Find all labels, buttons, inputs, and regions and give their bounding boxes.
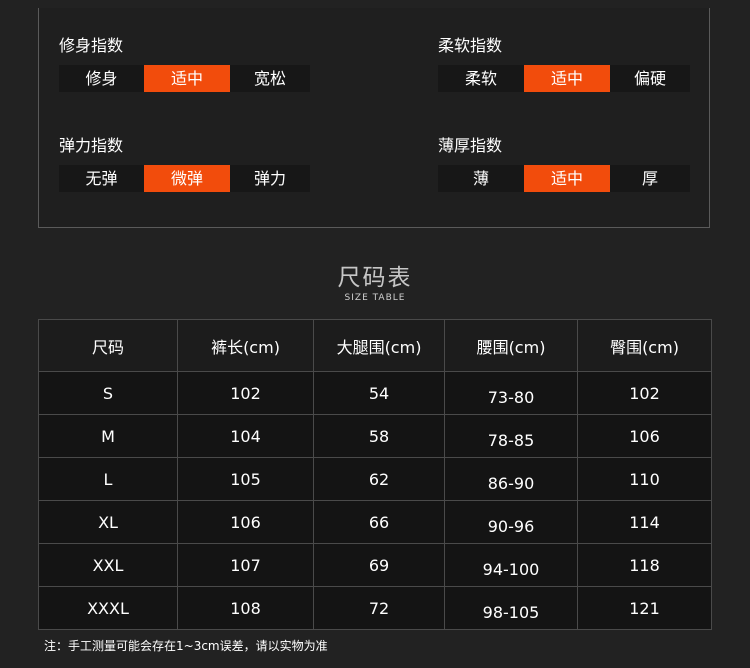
- cell-thigh: 72: [313, 586, 445, 630]
- index-option-selected: 适中: [524, 165, 610, 192]
- header-size: 尺码: [38, 319, 178, 372]
- cell-hip: 114: [577, 500, 712, 544]
- cell-length: 106: [177, 500, 314, 544]
- cell-length: 107: [177, 543, 314, 587]
- cell-thigh: 62: [313, 457, 445, 501]
- cell-hip: 110: [577, 457, 712, 501]
- table-row: L 105 62 86-90 110: [38, 457, 712, 501]
- index-option: 无弹: [59, 165, 144, 192]
- cell-waist: 73-80: [444, 371, 578, 415]
- cell-size: XL: [38, 500, 178, 544]
- cell-length: 108: [177, 586, 314, 630]
- index-options: 修身 适中 宽松: [59, 65, 310, 92]
- cell-hip: 118: [577, 543, 712, 587]
- cell-waist: 98-105: [444, 586, 578, 630]
- cell-hip: 121: [577, 586, 712, 630]
- cell-size: L: [38, 457, 178, 501]
- index-option-selected: 微弹: [144, 165, 230, 192]
- index-options: 薄 适中 厚: [438, 165, 690, 192]
- index-option: 弹力: [230, 165, 310, 192]
- cell-size: XXL: [38, 543, 178, 587]
- index-option-selected: 适中: [144, 65, 230, 92]
- cell-waist: 90-96: [444, 500, 578, 544]
- cell-hip: 106: [577, 414, 712, 458]
- cell-length: 102: [177, 371, 314, 415]
- cell-waist: 78-85: [444, 414, 578, 458]
- cell-length: 105: [177, 457, 314, 501]
- cell-waist-value: 86-90: [487, 473, 535, 493]
- cell-hip: 102: [577, 371, 712, 415]
- index-option-selected: 适中: [524, 65, 610, 92]
- cell-size: S: [38, 371, 178, 415]
- index-title: 弹力指数: [59, 136, 124, 155]
- table-header-row: 尺码 裤长(cm) 大腿围(cm) 腰围(cm) 臀围(cm): [38, 319, 712, 372]
- index-option: 宽松: [230, 65, 310, 92]
- header-hip: 臀围(cm): [577, 319, 712, 372]
- cell-thigh: 69: [313, 543, 445, 587]
- cell-waist: 86-90: [444, 457, 578, 501]
- index-title: 柔软指数: [438, 36, 503, 55]
- size-table: 尺码 裤长(cm) 大腿围(cm) 腰围(cm) 臀围(cm) S 102 54…: [38, 319, 712, 630]
- cell-size: XXXL: [38, 586, 178, 630]
- index-title: 修身指数: [59, 36, 124, 55]
- cell-waist-value: 78-85: [487, 430, 535, 450]
- size-table-title: 尺码表: [337, 265, 413, 291]
- header-length: 裤长(cm): [177, 319, 314, 372]
- table-row: XXXL 108 72 98-105 121: [38, 586, 712, 630]
- measurement-note: 注：手工测量可能会存在1~3cm误差，请以实物为准: [44, 639, 328, 653]
- index-options: 柔软 适中 偏硬: [438, 65, 690, 92]
- index-option: 薄: [438, 165, 524, 192]
- cell-waist-value: 90-96: [487, 516, 535, 536]
- cell-waist-value: 73-80: [487, 387, 535, 407]
- header-thigh: 大腿围(cm): [313, 319, 445, 372]
- index-title: 薄厚指数: [438, 136, 503, 155]
- index-option: 修身: [59, 65, 144, 92]
- fit-index-panel: 修身指数 修身 适中 宽松 柔软指数 柔软 适中 偏硬 弹力指数 无弹 微弹 弹…: [38, 8, 710, 228]
- table-row: S 102 54 73-80 102: [38, 371, 712, 415]
- cell-thigh: 58: [313, 414, 445, 458]
- table-row: XXL 107 69 94-100 118: [38, 543, 712, 587]
- cell-thigh: 54: [313, 371, 445, 415]
- cell-size: M: [38, 414, 178, 458]
- cell-waist-value: 98-105: [482, 602, 540, 622]
- cell-thigh: 66: [313, 500, 445, 544]
- cell-waist: 94-100: [444, 543, 578, 587]
- index-option: 厚: [610, 165, 690, 192]
- index-option: 柔软: [438, 65, 524, 92]
- size-table-subtitle: SIZE TABLE: [344, 293, 406, 303]
- header-waist: 腰围(cm): [444, 319, 578, 372]
- cell-waist-value: 94-100: [482, 559, 540, 579]
- table-row: XL 106 66 90-96 114: [38, 500, 712, 544]
- index-options: 无弹 微弹 弹力: [59, 165, 310, 192]
- index-option: 偏硬: [610, 65, 690, 92]
- table-row: M 104 58 78-85 106: [38, 414, 712, 458]
- cell-length: 104: [177, 414, 314, 458]
